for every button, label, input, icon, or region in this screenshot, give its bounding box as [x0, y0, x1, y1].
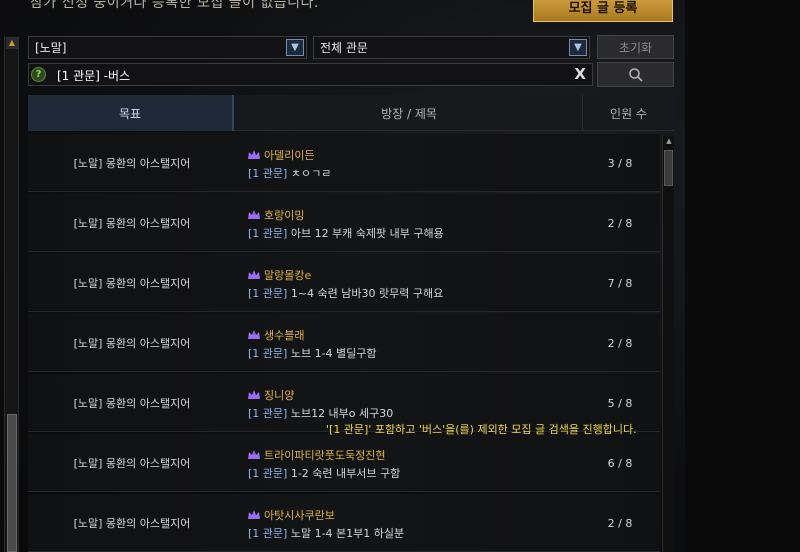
table-row[interactable]: [노말] 몽환의 아스탤지어 생수블래 [1 관문] 노브 1-4 별딜구함 2… [28, 314, 660, 372]
difficulty-select[interactable]: [노말] ▼ [28, 36, 307, 59]
row-count: 2 / 8 [607, 516, 633, 530]
category-select[interactable]: 전체 관문 ▼ [313, 36, 590, 59]
crown-icon [248, 210, 260, 219]
search-icon [628, 67, 643, 82]
clear-icon[interactable]: X [574, 65, 586, 83]
host-name: 아델리이든 [264, 149, 315, 162]
gate-tag: [1 관문] [248, 527, 288, 540]
row-count: 7 / 8 [607, 276, 633, 290]
row-count: 2 / 8 [607, 216, 633, 230]
right-gutter [685, 0, 800, 552]
row-host: 징니양 [248, 387, 294, 403]
party-list: [노말] 몽환의 아스탤지어 아델리이든 [1 관문] ㅊㅇㄱㄹ 3 / 8 [… [28, 134, 660, 552]
gate-tag: [1 관문] [248, 167, 288, 180]
row-title: [1 관문] ㅊㅇㄱㄹ [248, 165, 331, 181]
crown-icon [248, 270, 260, 279]
reset-button[interactable]: 초기화 [597, 35, 674, 59]
row-goal: [노말] 몽환의 아스탤지어 [73, 457, 191, 470]
title-text: ㅊㅇㄱㄹ [290, 167, 332, 180]
title-text: 1~4 숙련 남바30 랏무력 구해요 [290, 287, 444, 300]
crown-icon [248, 390, 260, 399]
crown-icon [248, 150, 260, 159]
table-row[interactable]: [노말] 몽환의 아스탤지어 호랑이밍 [1 관문] 아브 12 부캐 숙제팟 … [28, 194, 660, 252]
host-name: 트라이파티랏풋도둑정진현 [264, 449, 386, 462]
search-input-value[interactable]: [1 관문] -버스 [57, 67, 130, 84]
table-header: 목표 방장 / 제목 인원 수 [28, 95, 674, 131]
table-row[interactable]: [노말] 몽환의 아스탤지어 트라이파티랏풋도둑정진현 [1 관문] 1-2 숙… [28, 434, 660, 492]
title-text: 1-2 숙련 내부서브 구함 [290, 467, 401, 480]
crown-icon [248, 510, 260, 519]
scroll-up-icon[interactable]: ▲ [664, 136, 674, 146]
row-goal: [노말] 몽환의 아스탤지어 [73, 217, 191, 230]
search-tooltip: '[1 관문]' 포함하고 '버스'을(를) 제외한 모집 글 검색을 진행합니… [326, 423, 637, 436]
table-row[interactable]: [노말] 몽환의 아스탤지어 말랑몰캉e [1 관문] 1~4 숙련 남바30 … [28, 254, 660, 312]
category-select-value: 전체 관문 [320, 41, 368, 55]
host-name: 생수블래 [264, 329, 305, 342]
host-name: 호랑이밍 [264, 209, 305, 222]
row-goal: [노말] 몽환의 아스탤지어 [73, 157, 191, 170]
row-host: 아탓시사쿠란보 [248, 507, 335, 523]
title-text: 노말 1-4 본1부1 하실분 [290, 527, 405, 540]
title-text: 노브12 내부o 세구30 [290, 407, 394, 420]
title-text: 노브 1-4 별딜구함 [290, 347, 377, 360]
host-name: 말랑몰캉e [264, 269, 312, 282]
crown-icon [248, 450, 260, 459]
register-post-button[interactable]: 모집 글 등록 [533, 0, 673, 22]
column-header-goal[interactable]: 목표 [28, 95, 234, 131]
row-title: [1 관문] 1-2 숙련 내부서브 구함 [248, 465, 400, 481]
chevron-down-icon[interactable]: ▼ [569, 39, 587, 56]
row-goal: [노말] 몽환의 아스탤지어 [73, 277, 191, 290]
row-title: [1 관문] 노브12 내부o 세구30 [248, 405, 393, 421]
host-name: 징니양 [264, 389, 295, 402]
gate-tag: [1 관문] [248, 347, 288, 360]
row-title: [1 관문] 아브 12 부캐 숙제팟 내부 구해용 [248, 225, 444, 241]
outer-scrollbar[interactable]: ▲ [4, 36, 19, 552]
host-name: 아탓시사쿠란보 [264, 509, 335, 522]
row-count: 3 / 8 [607, 156, 633, 170]
chevron-down-icon[interactable]: ▼ [286, 39, 304, 56]
gate-tag: [1 관문] [248, 407, 288, 420]
gate-tag: [1 관문] [248, 287, 288, 300]
title-text: 아브 12 부캐 숙제팟 내부 구해용 [290, 227, 444, 240]
table-row[interactable]: [노말] 몽환의 아스탤지어 아델리이든 [1 관문] ㅊㅇㄱㄹ 3 / 8 [28, 134, 660, 192]
row-title: [1 관문] 노말 1-4 본1부1 하실분 [248, 525, 404, 541]
row-goal: [노말] 몽환의 아스탤지어 [73, 517, 191, 530]
list-scroll-thumb[interactable] [664, 150, 673, 186]
list-scrollbar[interactable]: ▲ [662, 136, 674, 552]
row-host: 아델리이든 [248, 147, 315, 163]
row-host: 호랑이밍 [248, 207, 304, 223]
row-host: 생수블래 [248, 327, 304, 343]
scroll-up-icon[interactable]: ▲ [6, 37, 18, 49]
crown-icon [248, 330, 260, 339]
table-row[interactable]: [노말] 몽환의 아스탤지어 아탓시사쿠란보 [1 관문] 노말 1-4 본1부… [28, 494, 660, 552]
row-goal: [노말] 몽환의 아스탤지어 [73, 337, 191, 350]
column-header-count[interactable]: 인원 수 [582, 95, 674, 131]
search-button[interactable] [597, 62, 674, 87]
difficulty-select-value: [노말] [35, 41, 67, 55]
row-goal: [노말] 몽환의 아스탤지어 [73, 397, 191, 410]
outer-scroll-thumb[interactable] [7, 414, 17, 552]
row-count: 6 / 8 [607, 456, 633, 470]
row-title: [1 관문] 노브 1-4 별딜구함 [248, 345, 377, 361]
empty-notice: 참가 신청 중이거나 등록한 모집 글이 없습니다. [30, 0, 319, 11]
row-host: 말랑몰캉e [248, 267, 311, 283]
row-title: [1 관문] 1~4 숙련 남바30 랏무력 구해요 [248, 285, 443, 301]
column-header-title[interactable]: 방장 / 제목 [236, 95, 582, 131]
gate-tag: [1 관문] [248, 227, 288, 240]
row-count: 2 / 8 [607, 336, 633, 350]
help-icon[interactable]: ? [31, 67, 46, 82]
search-input[interactable]: ? [1 관문] -버스 X [28, 63, 593, 86]
row-host: 트라이파티랏풋도둑정진현 [248, 447, 385, 463]
gate-tag: [1 관문] [248, 467, 288, 480]
